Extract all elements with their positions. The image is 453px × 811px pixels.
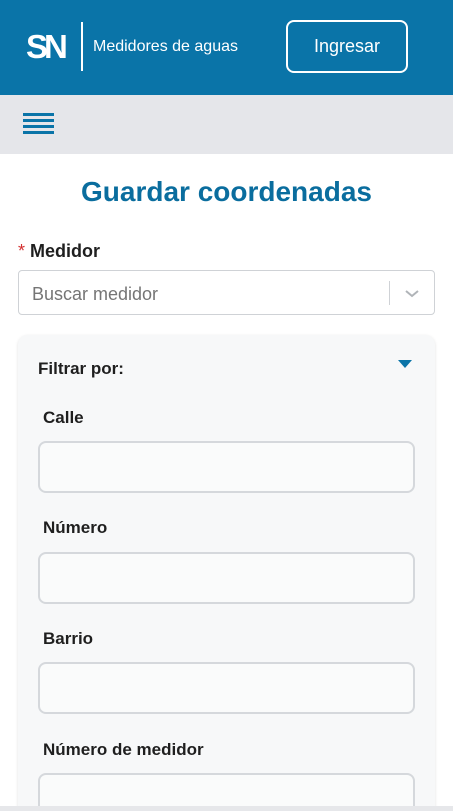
medidor-select-placeholder: Buscar medidor xyxy=(32,284,159,304)
hamburger-menu-icon[interactable] xyxy=(23,113,54,135)
toolbar xyxy=(0,95,453,154)
caret-down-icon[interactable] xyxy=(397,358,413,370)
page-title: Guardar coordenadas xyxy=(81,176,372,207)
sn-logo-icon: SN xyxy=(26,28,70,65)
bottom-scroll-edge xyxy=(0,806,453,811)
medidor-label-text: Medidor xyxy=(30,241,101,261)
barrio-input[interactable] xyxy=(38,662,415,714)
numero-input[interactable] xyxy=(38,552,415,604)
medidor-label: * Medidor xyxy=(18,241,100,261)
app-header: SN Medidores de aguas Ingresar xyxy=(0,0,453,95)
filter-title: Filtrar por: xyxy=(38,359,124,378)
chevron-down-icon[interactable] xyxy=(403,285,421,301)
app-title: Medidores de aguas xyxy=(93,38,238,55)
numero-medidor-label: Número de medidor xyxy=(43,740,204,759)
numero-label: Número xyxy=(43,518,108,537)
calle-input[interactable] xyxy=(38,441,415,493)
logo-text: SN xyxy=(26,28,66,65)
barrio-label: Barrio xyxy=(43,629,94,648)
calle-label: Calle xyxy=(43,408,84,427)
select-separator xyxy=(389,281,390,305)
required-asterisk: * xyxy=(18,241,26,261)
login-button[interactable]: Ingresar xyxy=(286,20,408,73)
logo-divider xyxy=(81,22,83,71)
medidor-select[interactable]: Buscar medidor xyxy=(18,270,435,315)
